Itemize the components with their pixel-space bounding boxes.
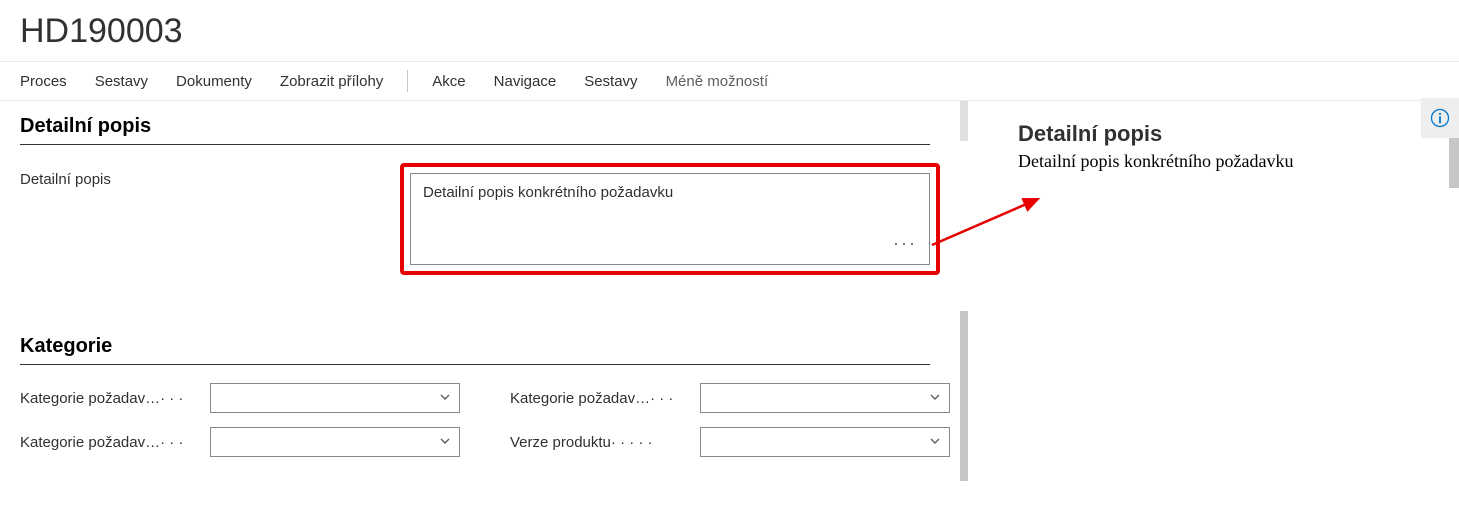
- detail-field-highlight: Detailní popis konkrétního požadavku ···: [400, 163, 940, 275]
- kategorie-row2-label-left: Kategorie požadav…· · ·: [20, 434, 210, 451]
- kategorie-row2-label-right: Verze produktu· · · · ·: [510, 434, 700, 451]
- toolbar-sestavy-2[interactable]: Sestavy: [584, 73, 637, 90]
- side-panel-text: Detailní popis konkrétního požadavku: [1018, 151, 1419, 172]
- toolbar-separator: [407, 70, 408, 92]
- info-button[interactable]: [1421, 98, 1459, 138]
- action-toolbar: Proces Sestavy Dokumenty Zobrazit příloh…: [0, 61, 1459, 101]
- detail-field-label: Detailní popis: [20, 163, 400, 188]
- kategorie-row2-select-left[interactable]: [210, 427, 460, 457]
- right-scrollbar[interactable]: [1449, 138, 1459, 528]
- detail-textarea-value: Detailní popis konkrétního požadavku: [423, 184, 673, 201]
- ellipsis-icon[interactable]: ···: [893, 233, 917, 254]
- section-title-detail: Detailní popis: [20, 115, 930, 145]
- toolbar-akce[interactable]: Akce: [432, 73, 465, 90]
- scrollbar-thumb[interactable]: [1449, 138, 1459, 188]
- toolbar-proces[interactable]: Proces: [20, 73, 67, 90]
- column-splitter[interactable]: [960, 101, 968, 492]
- chevron-down-icon: [439, 390, 451, 406]
- toolbar-zobrazit-prilohy[interactable]: Zobrazit přílohy: [280, 73, 383, 90]
- kategorie-row1-label-left: Kategorie požadav…· · ·: [20, 390, 210, 407]
- side-panel-title: Detailní popis: [1018, 121, 1419, 147]
- side-panel: Detailní popis Detailní popis konkrétníh…: [968, 101, 1459, 492]
- toolbar-sestavy-1[interactable]: Sestavy: [95, 73, 148, 90]
- chevron-down-icon: [439, 434, 451, 450]
- toolbar-less-options[interactable]: Méně možností: [666, 73, 769, 90]
- toolbar-navigace[interactable]: Navigace: [494, 73, 557, 90]
- detail-textarea[interactable]: Detailní popis konkrétního požadavku ···: [410, 173, 930, 265]
- kategorie-row1-label-right: Kategorie požadav…· · ·: [510, 390, 700, 407]
- kategorie-row2-select-right[interactable]: [700, 427, 950, 457]
- toolbar-dokumenty[interactable]: Dokumenty: [176, 73, 252, 90]
- kategorie-row1-select-left[interactable]: [210, 383, 460, 413]
- chevron-down-icon: [929, 434, 941, 450]
- section-title-kategorie: Kategorie: [20, 335, 930, 365]
- kategorie-row1-select-right[interactable]: [700, 383, 950, 413]
- chevron-down-icon: [929, 390, 941, 406]
- info-icon: [1430, 108, 1450, 128]
- page-title: HD190003: [0, 0, 1459, 61]
